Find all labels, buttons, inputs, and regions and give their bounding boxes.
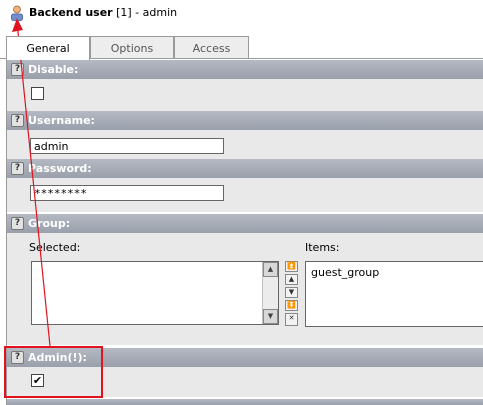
section-username-body: admin (7, 130, 483, 159)
move-up-icon[interactable]: ▲ (285, 274, 298, 285)
section-disable-body (7, 79, 483, 113)
password-label: Password: (28, 162, 92, 175)
selected-groups-list[interactable]: ▲ ▼ (31, 261, 279, 325)
help-icon[interactable]: ? (11, 217, 24, 230)
section-group-header: ? Group: (7, 214, 483, 233)
record-header: Backend user [1] - admin (0, 0, 483, 28)
group-label: Group: (28, 217, 71, 230)
section-username-header: ? Username: (7, 111, 483, 130)
help-icon[interactable]: ? (11, 63, 24, 76)
selected-label: Selected: (29, 241, 81, 254)
section-disable-header: ? Disable: (7, 60, 483, 79)
password-input[interactable]: ******** (30, 185, 224, 201)
section-group-body: Selected: Items: ▲ ▼ ⏫ ▲ ▼ ⏬ ✕ guest_gro… (7, 233, 483, 345)
record-id-name: [1] - admin (112, 6, 178, 19)
remove-item-icon[interactable]: ✕ (285, 313, 298, 326)
disable-checkbox[interactable] (31, 87, 44, 100)
tab-access[interactable]: Access (174, 36, 249, 59)
disable-label: Disable: (28, 63, 79, 76)
tab-general[interactable]: General (6, 36, 90, 60)
scroll-down-icon[interactable]: ▼ (263, 309, 278, 324)
selected-list-scrollbar[interactable]: ▲ ▼ (262, 262, 278, 324)
help-icon[interactable]: ? (11, 162, 24, 175)
items-label: Items: (305, 241, 340, 254)
username-label: Username: (28, 114, 95, 127)
section-password-body: ******** (7, 178, 483, 212)
tab-options[interactable]: Options (90, 36, 174, 59)
move-to-top-icon[interactable]: ⏫ (285, 261, 298, 272)
list-item[interactable]: guest_group (311, 266, 379, 279)
help-icon[interactable]: ? (11, 114, 24, 127)
record-title: Backend user [1] - admin (29, 6, 177, 19)
record-type: Backend user (29, 6, 113, 19)
move-to-bottom-icon[interactable]: ⏬ (285, 300, 298, 311)
next-section-header (7, 399, 483, 405)
tab-bar: General Options Access (6, 36, 483, 60)
available-groups-list[interactable]: guest_group (305, 261, 483, 327)
annotation-highlight-box (4, 346, 103, 398)
scroll-up-icon[interactable]: ▲ (263, 262, 278, 277)
user-icon (11, 5, 23, 21)
section-password-header: ? Password: (7, 159, 483, 178)
username-input[interactable]: admin (30, 138, 224, 154)
move-down-icon[interactable]: ▼ (285, 287, 298, 298)
